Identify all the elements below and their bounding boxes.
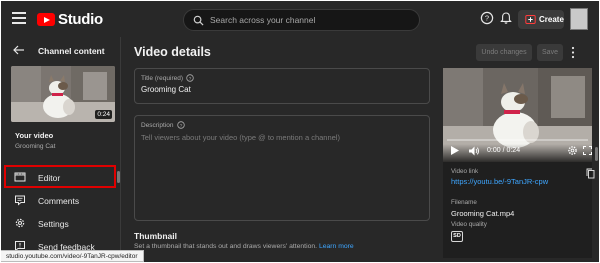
sidebar-item-label: Editor [38,173,61,183]
svg-text:?: ? [485,14,489,23]
sidebar-title: Channel content [38,46,105,56]
back-arrow-icon[interactable] [13,45,25,55]
create-label: Create [539,15,564,24]
svg-text:?: ? [179,123,182,128]
sidebar-item-label: Settings [38,219,69,229]
video-thumbnail[interactable]: 0:24 [11,66,115,122]
status-url-tooltip: studio.youtube.com/video/-9TanJR-cpw/edi… [1,250,144,262]
video-duration: 0:24 [95,110,112,119]
video-name: Grooming Cat [15,143,56,150]
filename-label: Filename [451,199,477,206]
copy-icon[interactable] [586,168,595,179]
create-plus-icon [525,15,536,24]
filename-value: Grooming Cat.mp4 [451,209,515,218]
gear-icon [15,218,25,228]
your-video-label: Your video [15,131,54,140]
sidebar-item-editor[interactable]: Editor [1,166,119,188]
video-link-label: Video link [451,168,479,175]
playback-time: 0:00 / 0:24 [487,147,521,154]
help-icon[interactable]: ? [480,11,494,25]
create-button[interactable]: Create [518,10,564,29]
video-player[interactable]: 0:00 / 0:24 [443,68,592,162]
video-quality-label: Video quality [451,221,487,228]
volume-icon[interactable] [469,146,480,156]
sidebar: Channel content 0:24 Your video Grooming… [1,37,121,262]
main-scrollbar[interactable] [595,147,598,161]
sidebar-scrollbar[interactable] [117,171,120,183]
svg-text:?: ? [189,76,192,81]
search-icon [193,15,204,26]
studio-window: Studio Search across your channel ? Crea… [1,1,599,262]
help-icon[interactable]: ? [186,74,194,82]
description-field-label: Description ? [141,121,185,129]
page-title: Video details [134,45,211,59]
sidebar-item-label: Comments [38,196,80,206]
learn-more-link[interactable]: Learn more [319,243,354,250]
more-options-icon[interactable] [570,46,576,59]
video-link[interactable]: https://youtu.be/-9TanJR-cpw [451,177,548,186]
avatar[interactable] [570,8,588,30]
quality-badge: SD [451,231,463,242]
description-label-text: Description [141,121,174,129]
video-preview-card: 0:00 / 0:24 Video link https://youtu.be/… [443,68,595,258]
title-input[interactable]: Grooming Cat [141,85,191,94]
studio-logo[interactable]: Studio [37,11,103,28]
thumbnail-subtitle: Set a thumbnail that stands out and draw… [134,243,354,250]
help-icon[interactable]: ? [176,121,185,129]
youtube-play-icon [37,13,55,26]
player-settings-icon[interactable] [567,145,578,156]
save-button[interactable]: Save [537,44,563,61]
description-input[interactable]: Tell viewers about your video (type @ to… [141,133,340,142]
thumbnail-heading: Thumbnail [134,231,177,241]
thumbnail-subtitle-text: Set a thumbnail that stands out and draw… [134,243,318,250]
progress-bar[interactable] [447,139,588,141]
title-field-label: Title (required) ? [141,74,194,82]
search-input[interactable]: Search across your channel [183,9,420,31]
undo-changes-button[interactable]: Undo changes [476,44,532,61]
search-placeholder: Search across your channel [210,15,316,25]
menu-icon[interactable] [12,12,26,24]
title-label-text: Title (required) [141,74,184,82]
sidebar-item-comments[interactable]: Comments [1,189,119,211]
sidebar-item-settings[interactable]: Settings [1,212,119,234]
description-field[interactable]: Description ? Tell viewers about your vi… [134,115,430,221]
play-icon[interactable] [451,146,459,155]
notifications-icon[interactable] [499,11,513,25]
fullscreen-icon[interactable] [583,146,592,155]
film-strip-icon [14,172,26,182]
top-bar: Studio Search across your channel ? Crea… [1,1,599,37]
comments-icon [15,195,25,206]
title-field[interactable]: Title (required) ? Grooming Cat [134,68,430,104]
logo-text: Studio [58,11,103,28]
